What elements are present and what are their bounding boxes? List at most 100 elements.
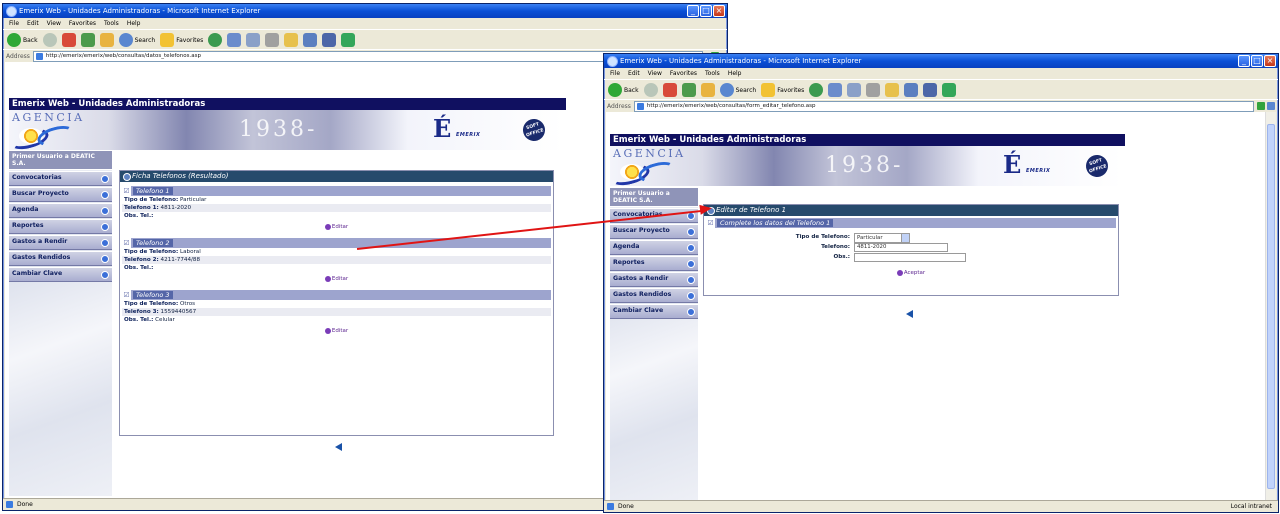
collapse-icon[interactable]: ☑: [122, 238, 131, 248]
print-icon[interactable]: [866, 83, 881, 97]
print-icon[interactable]: [265, 33, 280, 47]
folder-icon[interactable]: [885, 83, 900, 97]
address-field[interactable]: http://emerix/emerix/web/consultas/form_…: [633, 100, 1254, 112]
stop-icon[interactable]: [662, 83, 677, 97]
sidebar-item-convocatorias[interactable]: Convocatorias: [9, 171, 112, 186]
menu-tools[interactable]: Tools: [705, 68, 720, 79]
vertical-scrollbar[interactable]: [1265, 112, 1276, 501]
close-button[interactable]: ×: [1264, 55, 1276, 67]
search-icon[interactable]: [719, 83, 734, 97]
favorites-icon[interactable]: [761, 83, 776, 97]
folder-icon[interactable]: [284, 33, 299, 47]
bullet-icon: [687, 244, 695, 252]
sidebar-item-gastos-rendidos[interactable]: Gastos Rendidos: [610, 288, 698, 303]
forward-icon[interactable]: [42, 33, 57, 47]
collapse-icon[interactable]: ☑: [706, 218, 715, 228]
phone-number-label: Telefono:: [821, 244, 850, 250]
refresh-icon[interactable]: [80, 33, 95, 47]
menu-view[interactable]: View: [47, 18, 61, 29]
media-icon[interactable]: [208, 33, 223, 47]
minimize-button[interactable]: _: [687, 5, 699, 17]
back-label[interactable]: Back: [624, 87, 639, 94]
search-icon[interactable]: [118, 33, 133, 47]
menu-favorites[interactable]: Favorites: [69, 18, 96, 29]
media-icon[interactable]: [809, 83, 824, 97]
history-icon[interactable]: [227, 33, 242, 47]
menu-edit[interactable]: Edit: [628, 68, 640, 79]
back-label[interactable]: Back: [23, 37, 38, 44]
sidebar-item-gastos-a-rendir[interactable]: Gastos a Rendir: [9, 235, 112, 250]
phone-number-value: 4811-2020: [857, 244, 887, 250]
messenger-icon[interactable]: [942, 83, 957, 97]
back-icon[interactable]: [608, 83, 622, 97]
favorites-label[interactable]: Favorites: [777, 87, 804, 94]
status-text: Done: [17, 501, 33, 508]
sidebar-item-buscar-proyecto[interactable]: Buscar Proyecto: [9, 187, 112, 202]
menu-view[interactable]: View: [648, 68, 662, 79]
page-status-icon: [6, 501, 13, 508]
phone-number-input[interactable]: 4811-2020: [854, 243, 948, 252]
messenger-icon[interactable]: [341, 33, 356, 47]
home-icon[interactable]: [99, 33, 114, 47]
maximize-button[interactable]: □: [700, 5, 712, 17]
menu-file[interactable]: File: [9, 18, 19, 29]
chevron-down-icon[interactable]: [901, 234, 909, 242]
sidebar-item-buscar-proyecto[interactable]: Buscar Proyecto: [610, 224, 698, 239]
forward-icon[interactable]: [643, 83, 658, 97]
history-icon[interactable]: [828, 83, 843, 97]
edit-link-2[interactable]: Editar: [120, 272, 553, 286]
logo-swoosh-light: [636, 158, 678, 186]
edit-page-icon[interactable]: [904, 83, 919, 97]
sidebar-item-cambiar-clave[interactable]: Cambiar Clave: [610, 304, 698, 319]
edit-page-icon[interactable]: [303, 33, 318, 47]
back-icon[interactable]: [7, 33, 21, 47]
back-arrow-icon[interactable]: [335, 443, 342, 451]
home-icon[interactable]: [700, 83, 715, 97]
stop-icon[interactable]: [61, 33, 76, 47]
scroll-thumb[interactable]: [1267, 124, 1275, 489]
back-arrow-icon[interactable]: [906, 310, 913, 318]
sidebar-item-reportes[interactable]: Reportes: [9, 219, 112, 234]
links-icon[interactable]: [1267, 102, 1275, 110]
edit-link-1[interactable]: Editar: [120, 220, 553, 234]
emerix-e-logo: É: [1003, 150, 1022, 179]
edit-link-3[interactable]: Editar: [120, 324, 553, 338]
menu-favorites[interactable]: Favorites: [670, 68, 697, 79]
discuss-icon[interactable]: [322, 33, 337, 47]
obs-input[interactable]: [854, 253, 966, 262]
refresh-icon[interactable]: [681, 83, 696, 97]
menu-tools[interactable]: Tools: [104, 18, 119, 29]
favorites-label[interactable]: Favorites: [176, 37, 203, 44]
title-bar[interactable]: Emerix Web - Unidades Administradoras - …: [604, 54, 1278, 68]
mail-icon[interactable]: [246, 33, 261, 47]
sidebar-item-gastos-a-rendir[interactable]: Gastos a Rendir: [610, 272, 698, 287]
sidebar-item-cambiar-clave[interactable]: Cambiar Clave: [9, 267, 112, 282]
menu-help[interactable]: Help: [127, 18, 141, 29]
site-title: Emerix Web - Unidades Administradoras: [9, 98, 566, 110]
accept-link[interactable]: Aceptar: [704, 266, 1118, 280]
menu-file[interactable]: File: [610, 68, 620, 79]
section-title: Telefono 1: [133, 187, 173, 195]
favorites-icon[interactable]: [160, 33, 175, 47]
close-button[interactable]: ×: [713, 5, 725, 17]
discuss-icon[interactable]: [923, 83, 938, 97]
sidebar-item-gastos-rendidos[interactable]: Gastos Rendidos: [9, 251, 112, 266]
sidebar-item-reportes[interactable]: Reportes: [610, 256, 698, 271]
go-icon[interactable]: [1257, 102, 1265, 110]
phone-type-field: Tipo de Telefono: Particular: [704, 232, 1118, 243]
sidebar-item-label: Convocatorias: [12, 174, 62, 181]
sidebar-item-agenda[interactable]: Agenda: [9, 203, 112, 218]
obs-field: Obs.:: [704, 252, 1118, 262]
menu-edit[interactable]: Edit: [27, 18, 39, 29]
menu-help[interactable]: Help: [728, 68, 742, 79]
title-bar[interactable]: Emerix Web - Unidades Administradoras - …: [3, 4, 727, 18]
search-label[interactable]: Search: [135, 37, 156, 44]
minimize-button[interactable]: _: [1238, 55, 1250, 67]
search-label[interactable]: Search: [736, 87, 757, 94]
collapse-icon[interactable]: ☑: [122, 186, 131, 196]
mail-icon[interactable]: [847, 83, 862, 97]
collapse-icon[interactable]: ☑: [122, 290, 131, 300]
sidebar-item-agenda[interactable]: Agenda: [610, 240, 698, 255]
maximize-button[interactable]: □: [1251, 55, 1263, 67]
page-icon: [636, 102, 644, 110]
